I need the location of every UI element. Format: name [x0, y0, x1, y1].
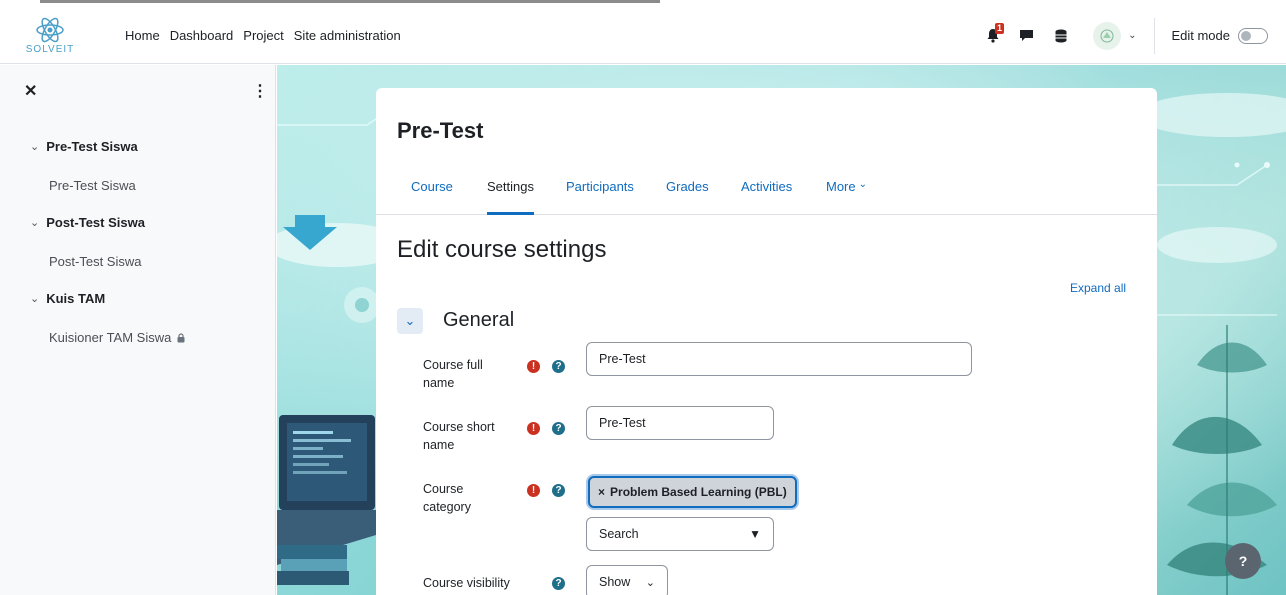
category-label: Course category	[423, 480, 471, 516]
required-icon: !	[527, 422, 540, 435]
label-line: Course full	[423, 358, 483, 372]
tab-grades[interactable]: Grades	[666, 175, 709, 215]
category-search-select[interactable]: Search ▼	[586, 517, 774, 551]
input-value: Pre-Test	[599, 352, 646, 366]
avatar-logo-icon	[1100, 29, 1114, 42]
avatar	[1093, 21, 1122, 50]
secondary-navigation-tabs: Course Settings Participants Grades Acti…	[376, 175, 1157, 215]
visibility-label: Course visibility	[423, 576, 510, 590]
tab-settings[interactable]: Settings	[487, 175, 534, 215]
atom-logo-icon	[36, 17, 64, 42]
help-icon[interactable]: ?	[552, 484, 565, 497]
short-name-label: Course short name	[423, 418, 495, 454]
collapse-section-button[interactable]: ⌄	[397, 308, 423, 334]
main-content-card: Pre-Test Course Settings Participants Gr…	[376, 88, 1157, 595]
tab-more-label: More	[826, 179, 856, 194]
activity-post-test-siswa[interactable]: Post-Test Siswa	[49, 254, 141, 269]
input-value: Pre-Test	[599, 416, 646, 430]
tab-course[interactable]: Course	[411, 175, 453, 215]
course-title: Pre-Test	[397, 118, 484, 143]
help-icon[interactable]: ?	[552, 577, 565, 590]
top-navbar: SOLVEIT Home Dashboard Project Site admi…	[0, 8, 1286, 64]
label-line: Course short	[423, 420, 495, 434]
help-icon[interactable]: ?	[552, 360, 565, 373]
storage-button[interactable]	[1048, 23, 1074, 49]
visibility-value: Show	[599, 575, 631, 589]
site-logo[interactable]: SOLVEIT	[14, 8, 86, 64]
navbar-right: 1 ⌄ Edit mode	[979, 8, 1286, 64]
expand-all-link[interactable]: Expand all	[1070, 281, 1126, 295]
course-short-name-input[interactable]: Pre-Test	[586, 406, 774, 440]
tab-activities[interactable]: Activities	[741, 175, 792, 215]
chevron-down-icon: ⌄	[645, 576, 655, 589]
chevron-down-icon: ⌄	[30, 217, 40, 229]
full-name-label: Course full name	[423, 356, 483, 392]
lock-icon	[177, 332, 185, 342]
notification-count-badge: 1	[995, 22, 1005, 34]
category-tag-label: Problem Based Learning (PBL)	[610, 485, 787, 499]
activity-kuisioner-tam-siswa[interactable]: Kuisioner TAM Siswa	[49, 330, 185, 345]
nav-site-administration[interactable]: Site administration	[291, 24, 404, 47]
notifications-button[interactable]: 1	[980, 22, 1006, 49]
chevron-down-icon: ⌄	[1128, 30, 1137, 41]
nav-dashboard[interactable]: Dashboard	[167, 24, 237, 47]
remove-tag-icon[interactable]: ×	[598, 485, 605, 499]
user-menu-toggle[interactable]: ⌄	[1093, 21, 1137, 50]
help-fab-button[interactable]: ?	[1225, 543, 1261, 579]
dropdown-arrow-icon: ▼	[749, 527, 761, 541]
section-general-title: General	[443, 309, 515, 331]
chat-bubble-icon	[1019, 29, 1033, 41]
messages-button[interactable]	[1013, 23, 1039, 49]
course-visibility-select[interactable]: Show ⌄	[586, 565, 668, 595]
nav-project[interactable]: Project	[240, 24, 286, 47]
activity-label: Pre-Test Siswa	[49, 178, 136, 193]
tab-more[interactable]: More ⌄	[826, 175, 867, 215]
label-line: name	[423, 376, 455, 390]
label-line: name	[423, 438, 455, 452]
chevron-down-icon: ⌄	[30, 293, 40, 305]
close-drawer-icon[interactable]: ✕	[24, 81, 37, 101]
chevron-down-icon: ⌄	[858, 179, 868, 190]
chevron-down-icon: ⌄	[30, 141, 40, 153]
course-index-drawer: ✕ ⋮ ⌄ Pre-Test Siswa Pre-Test Siswa ⌄ Po…	[0, 65, 276, 595]
required-icon: !	[527, 360, 540, 373]
activity-label: Kuisioner TAM Siswa	[49, 330, 172, 345]
section-kuis-tam[interactable]: ⌄ Kuis TAM	[30, 291, 105, 306]
activity-pre-test-siswa[interactable]: Pre-Test Siswa	[49, 178, 136, 193]
edit-mode-label: Edit mode	[1171, 28, 1230, 43]
search-placeholder: Search	[599, 527, 639, 541]
primary-navigation: Home Dashboard Project Site administrati…	[122, 24, 404, 47]
required-icon: !	[527, 484, 540, 497]
tab-participants[interactable]: Participants	[566, 175, 634, 215]
label-line: category	[423, 500, 471, 514]
database-icon	[1055, 29, 1067, 42]
nav-home[interactable]: Home	[122, 24, 163, 47]
chevron-down-icon: ⌄	[404, 313, 416, 328]
help-icon[interactable]: ?	[552, 422, 565, 435]
label-line: Course	[423, 482, 464, 496]
activity-label: Post-Test Siswa	[49, 254, 142, 269]
section-post-test[interactable]: ⌄ Post-Test Siswa	[30, 215, 145, 230]
drawer-menu-icon[interactable]: ⋮	[252, 81, 268, 101]
edit-mode-toggle[interactable]: Edit mode	[1171, 27, 1268, 44]
page-heading: Edit course settings	[397, 236, 607, 263]
course-full-name-input[interactable]: Pre-Test	[586, 342, 972, 376]
logo-text: SOLVEIT	[25, 43, 75, 55]
section-pre-test[interactable]: ⌄ Pre-Test Siswa	[30, 139, 138, 154]
section-title-label: Post-Test Siswa	[46, 215, 145, 230]
navbar-divider	[1154, 17, 1156, 54]
category-tag[interactable]: × Problem Based Learning (PBL)	[588, 476, 797, 508]
section-title-label: Kuis TAM	[46, 291, 106, 306]
edit-mode-switch[interactable]	[1238, 27, 1268, 44]
section-title-label: Pre-Test Siswa	[46, 139, 138, 154]
